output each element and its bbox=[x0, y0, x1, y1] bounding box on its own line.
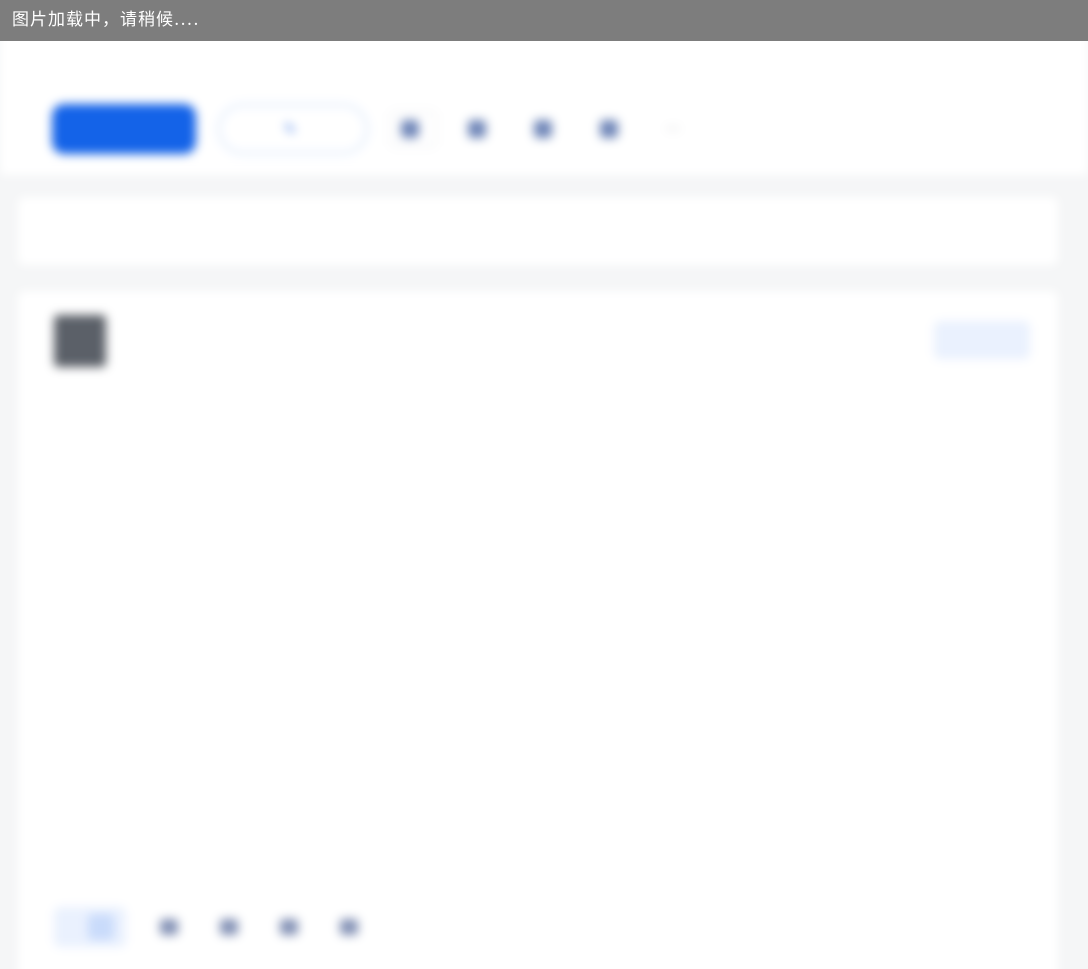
page: 图片加载中，请稍候.... ✎ ⋯ bbox=[0, 0, 1088, 969]
answer-card bbox=[18, 291, 1058, 969]
favorite-icon bbox=[280, 919, 298, 935]
action-icon-4 bbox=[600, 120, 618, 138]
like-button[interactable] bbox=[340, 919, 366, 935]
share-button[interactable] bbox=[220, 919, 246, 935]
invite-answer-button[interactable]: ✎ bbox=[218, 104, 368, 154]
action-icon-1 bbox=[401, 120, 419, 138]
avatar[interactable] bbox=[54, 315, 106, 367]
loading-text: 图片加载中，请稍候.... bbox=[12, 10, 200, 30]
action-icon-2 bbox=[468, 120, 486, 138]
write-answer-button[interactable] bbox=[52, 104, 196, 154]
action-item-3[interactable] bbox=[524, 111, 568, 147]
question-action-row: ✎ ⋯ bbox=[52, 104, 696, 154]
action-item-2[interactable] bbox=[458, 111, 502, 147]
favorite-button[interactable] bbox=[280, 919, 306, 935]
action-icon-3 bbox=[534, 120, 552, 138]
blurred-content: ✎ ⋯ bbox=[0, 0, 1088, 969]
action-item-5[interactable]: ⋯ bbox=[656, 111, 696, 147]
view-all-answers-card[interactable] bbox=[18, 197, 1058, 265]
follow-author-button[interactable] bbox=[934, 321, 1030, 359]
share-icon bbox=[220, 919, 238, 935]
heart-icon bbox=[340, 919, 358, 935]
action-item-4[interactable] bbox=[590, 111, 634, 147]
downvote-icon[interactable] bbox=[88, 914, 114, 940]
action-item-1[interactable] bbox=[390, 111, 436, 147]
upvote-button[interactable] bbox=[54, 907, 126, 947]
image-loading-banner: 图片加载中，请稍候.... bbox=[0, 0, 1088, 41]
comment-button[interactable] bbox=[160, 919, 186, 935]
invite-icon: ✎ bbox=[283, 120, 297, 138]
comment-icon bbox=[160, 919, 178, 935]
answer-action-bar bbox=[54, 907, 366, 947]
more-icon: ⋯ bbox=[666, 121, 680, 137]
